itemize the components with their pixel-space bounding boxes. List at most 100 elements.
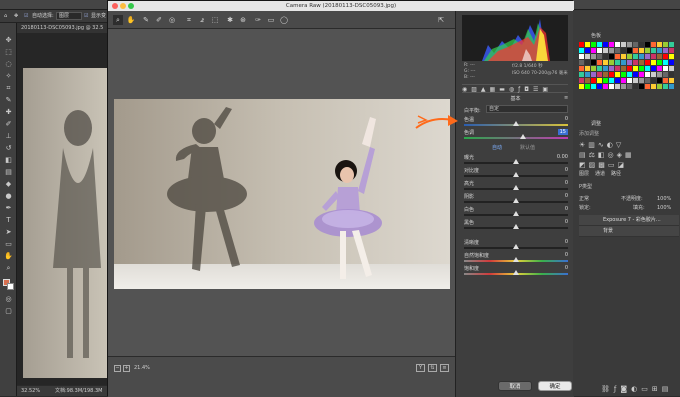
color-swatch[interactable]: [669, 66, 674, 71]
adjust-brush-icon[interactable]: ✑: [253, 15, 263, 25]
color-swatch[interactable]: [645, 54, 650, 59]
auto-link[interactable]: 自动: [492, 144, 502, 151]
slider-exposure[interactable]: 曝光 0.00: [464, 154, 568, 167]
lookup-icon[interactable]: ▦: [625, 151, 635, 159]
slider-track[interactable]: [464, 137, 568, 139]
threshold-icon[interactable]: ▩: [598, 161, 608, 169]
magic-wand-icon[interactable]: ✧: [4, 72, 13, 80]
gradient-map-icon[interactable]: ▭: [608, 161, 618, 169]
zoom-tool-icon[interactable]: ⌕: [4, 264, 13, 272]
color-swatch[interactable]: [621, 72, 626, 77]
adjustment-icons[interactable]: ☀▥∿◐▽ ▤⚖◧◎◈▦ ◩▨▩▭◪: [579, 140, 675, 170]
curves-icon[interactable]: ∿: [598, 141, 607, 149]
ok-button[interactable]: 确定: [538, 381, 572, 391]
slider-highlights[interactable]: 高光 0: [464, 180, 568, 193]
brightness-icon[interactable]: ☀: [579, 141, 588, 149]
slider-value[interactable]: 0.00: [557, 154, 568, 160]
color-swatch[interactable]: [627, 54, 632, 59]
tone-curve-icon[interactable]: ▨: [471, 86, 481, 93]
slider-value[interactable]: 0: [565, 219, 568, 225]
zoom-out-button[interactable]: −: [114, 365, 121, 372]
new-layer-icon[interactable]: ⊞: [652, 385, 662, 393]
slider-thumb[interactable]: [520, 134, 527, 139]
zoom-level[interactable]: 21.4%: [134, 365, 150, 371]
color-swatch[interactable]: [621, 54, 626, 59]
color-swatch[interactable]: [621, 84, 626, 89]
wb-dropdown[interactable]: 自定: [486, 105, 568, 113]
color-swatch[interactable]: [663, 84, 668, 89]
bw-icon[interactable]: ◧: [598, 151, 608, 159]
layers-tab[interactable]: 图层: [579, 170, 589, 178]
folder-icon[interactable]: ▭: [641, 385, 652, 393]
color-swatch[interactable]: [597, 60, 602, 65]
color-swatch[interactable]: [639, 84, 644, 89]
slider-thumb[interactable]: [513, 185, 519, 190]
color-swatch[interactable]: [633, 48, 638, 53]
color-swatch[interactable]: [669, 60, 674, 65]
channel-mixer-icon[interactable]: ◈: [617, 151, 625, 159]
default-link[interactable]: 默认值: [520, 144, 535, 151]
color-swatch[interactable]: [639, 42, 644, 47]
adjustments-tab[interactable]: 调整: [591, 120, 601, 128]
slider-tint[interactable]: 色调 15: [464, 129, 568, 142]
document-tab[interactable]: 20180113-DSC05093.jpg @ 32.5: [17, 23, 107, 33]
swatches-tab[interactable]: 色板: [591, 32, 601, 40]
hue-icon[interactable]: ▤: [579, 151, 589, 159]
color-swatch[interactable]: [591, 84, 596, 89]
quick-mask-icon[interactable]: ◎: [4, 295, 13, 303]
color-swatch[interactable]: [615, 48, 620, 53]
slider-clarity[interactable]: 清晰度 0: [464, 239, 568, 252]
slider-value[interactable]: 0: [565, 252, 568, 258]
color-swatch[interactable]: [657, 42, 662, 47]
color-swatch[interactable]: [639, 60, 644, 65]
selective-color-icon[interactable]: ◪: [618, 161, 628, 169]
color-swatch[interactable]: [621, 42, 626, 47]
show-transform-checkbox[interactable]: ☑: [84, 12, 88, 20]
move-tool-icon[interactable]: ✥: [14, 12, 18, 20]
layer-row[interactable]: 背景: [579, 226, 679, 237]
slider-value[interactable]: 0: [565, 239, 568, 245]
color-swatch[interactable]: [597, 72, 602, 77]
color-swatch[interactable]: [657, 48, 662, 53]
color-swatch[interactable]: [585, 66, 590, 71]
color-swatch[interactable]: [609, 78, 614, 83]
color-swatch[interactable]: [663, 42, 668, 47]
panel-tabs-icons[interactable]: ◉▨▲▦▬◍ƒ◘☰▣: [462, 84, 568, 93]
pen-tool-icon[interactable]: ✒: [4, 204, 13, 212]
slider-whites[interactable]: 白色 0: [464, 206, 568, 219]
eraser-tool-icon[interactable]: ◧: [4, 156, 13, 164]
transform-tool-icon[interactable]: ⬚: [210, 15, 220, 25]
opacity-value[interactable]: 100%: [657, 195, 671, 203]
red-eye-icon[interactable]: ⊛: [238, 15, 248, 25]
cancel-button[interactable]: 取消: [498, 381, 532, 391]
color-swatch[interactable]: [657, 66, 662, 71]
color-swatch[interactable]: [603, 42, 608, 47]
color-swatch[interactable]: [615, 84, 620, 89]
color-swatch[interactable]: [669, 54, 674, 59]
color-swatch[interactable]: [579, 84, 584, 89]
color-swatch[interactable]: [669, 42, 674, 47]
color-swatch[interactable]: [615, 72, 620, 77]
white-balance-tool-icon[interactable]: ✎: [141, 15, 151, 25]
color-swatch[interactable]: [591, 54, 596, 59]
slider-value[interactable]: 0: [565, 193, 568, 199]
swap-settings-icon[interactable]: ⇅: [428, 364, 437, 372]
image-preview[interactable]: [108, 29, 455, 356]
color-swatch[interactable]: [663, 48, 668, 53]
color-swatch[interactable]: [663, 60, 668, 65]
color-swatch[interactable]: [615, 78, 620, 83]
color-swatch[interactable]: [603, 48, 608, 53]
color-swatch[interactable]: [579, 54, 584, 59]
crop-tool-icon[interactable]: ⌗: [4, 84, 13, 92]
color-swatch[interactable]: [627, 48, 632, 53]
color-swatch[interactable]: [651, 78, 656, 83]
color-swatch[interactable]: [621, 48, 626, 53]
presets-icon[interactable]: ☰: [533, 86, 542, 93]
color-swatch[interactable]: [639, 78, 644, 83]
color-swatch[interactable]: [633, 66, 638, 71]
crop-tool-icon[interactable]: ⌗: [184, 15, 194, 25]
color-swatch[interactable]: [645, 72, 650, 77]
color-swatch[interactable]: [591, 48, 596, 53]
slider-thumb[interactable]: [513, 224, 519, 229]
color-swatch[interactable]: [603, 54, 608, 59]
